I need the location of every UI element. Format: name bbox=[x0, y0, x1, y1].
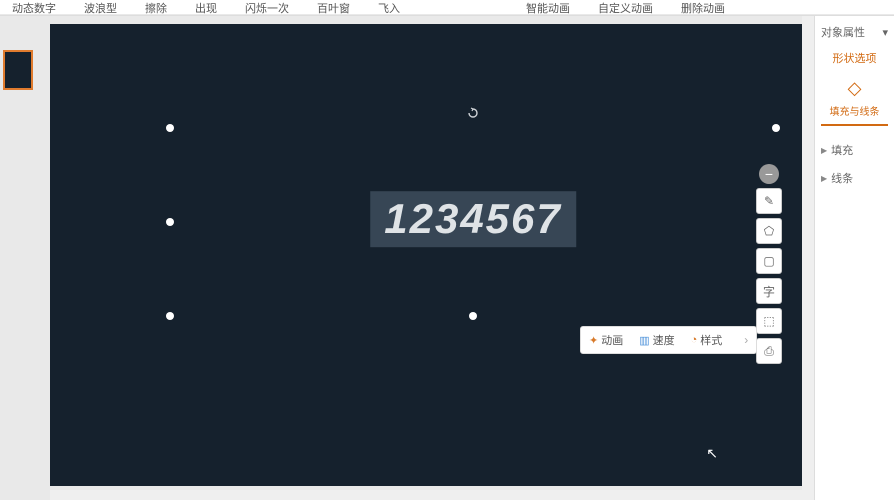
resize-handle[interactable] bbox=[166, 124, 174, 132]
chevron-right-icon: ▶ bbox=[821, 174, 827, 183]
accordion-fill[interactable]: ▶填充 bbox=[821, 136, 888, 164]
accordion-line[interactable]: ▶线条 bbox=[821, 164, 888, 192]
ribbon-item[interactable]: 百叶窗 bbox=[317, 0, 350, 16]
ribbon-item[interactable]: 闪烁一次 bbox=[245, 0, 289, 16]
animation-ribbon: 动态数字 波浪型 擦除 出现 闪烁一次 百叶窗 飞入 智能动画 自定义动画 删除… bbox=[0, 0, 894, 14]
slide-thumbnail-1[interactable] bbox=[3, 50, 33, 90]
ctx-animation[interactable]: ✦动画 bbox=[589, 332, 623, 348]
selection-box[interactable]: 1234567 − ✎ ⬠ ▢ 字 ⬚ ⎙ bbox=[170, 128, 776, 316]
panel-title: 对象属性 bbox=[821, 24, 865, 40]
panel-menu-icon[interactable]: ▾ bbox=[882, 26, 888, 39]
ribbon-item[interactable]: 波浪型 bbox=[84, 0, 117, 16]
ribbon-item[interactable]: 动态数字 bbox=[12, 0, 56, 16]
ribbon-item[interactable]: 擦除 bbox=[145, 0, 167, 16]
collapse-button[interactable]: − bbox=[759, 164, 779, 184]
chevron-right-icon[interactable]: › bbox=[744, 333, 748, 347]
tool-rect[interactable]: ▢ bbox=[756, 248, 782, 274]
vertical-scrollbar[interactable] bbox=[802, 16, 814, 500]
resize-handle[interactable] bbox=[772, 124, 780, 132]
tool-text[interactable]: 字 bbox=[756, 278, 782, 304]
ctx-speed[interactable]: ▥速度 bbox=[639, 332, 674, 348]
tool-shape[interactable]: ⬠ bbox=[756, 218, 782, 244]
tool-frame[interactable]: ⬚ bbox=[756, 308, 782, 334]
ribbon-item[interactable]: 出现 bbox=[195, 0, 217, 16]
shape-options-tab[interactable]: 形状选项 bbox=[821, 50, 888, 72]
text-content[interactable]: 1234567 bbox=[370, 191, 576, 247]
chevron-right-icon: ▶ bbox=[821, 146, 827, 155]
slide-canvas[interactable]: 1234567 − ✎ ⬠ ▢ 字 ⬚ ⎙ ✦动画 ▥速度 ◔样式 › bbox=[50, 24, 806, 486]
tool-edit[interactable]: ✎ bbox=[756, 188, 782, 214]
floating-tools: − ✎ ⬠ ▢ 字 ⬚ ⎙ bbox=[756, 164, 782, 364]
horizontal-scrollbar[interactable] bbox=[50, 490, 802, 500]
ribbon-item[interactable]: 飞入 bbox=[378, 0, 400, 16]
properties-panel: 对象属性 ▾ 形状选项 ◇ 填充与线条 ▶填充 ▶线条 bbox=[814, 16, 894, 500]
resize-handle[interactable] bbox=[166, 218, 174, 226]
ctx-style[interactable]: ◔样式 bbox=[691, 332, 723, 348]
ribbon-delete[interactable]: 删除动画 bbox=[681, 0, 725, 16]
slide-canvas-wrap: 1234567 − ✎ ⬠ ▢ 字 ⬚ ⎙ ✦动画 ▥速度 ◔样式 › ↖ bbox=[36, 16, 814, 500]
rotate-handle[interactable] bbox=[467, 106, 479, 118]
ribbon-custom[interactable]: 自定义动画 bbox=[598, 0, 653, 16]
context-toolbar: ✦动画 ▥速度 ◔样式 › bbox=[580, 326, 757, 354]
slide-thumbnails bbox=[0, 16, 36, 500]
fill-line-tab[interactable]: 填充与线条 bbox=[821, 103, 888, 126]
resize-handle[interactable] bbox=[166, 312, 174, 320]
tool-export[interactable]: ⎙ bbox=[756, 338, 782, 364]
ribbon-smart[interactable]: 智能动画 bbox=[526, 0, 570, 16]
resize-handle[interactable] bbox=[469, 312, 477, 320]
fill-line-icon: ◇ bbox=[821, 78, 888, 99]
